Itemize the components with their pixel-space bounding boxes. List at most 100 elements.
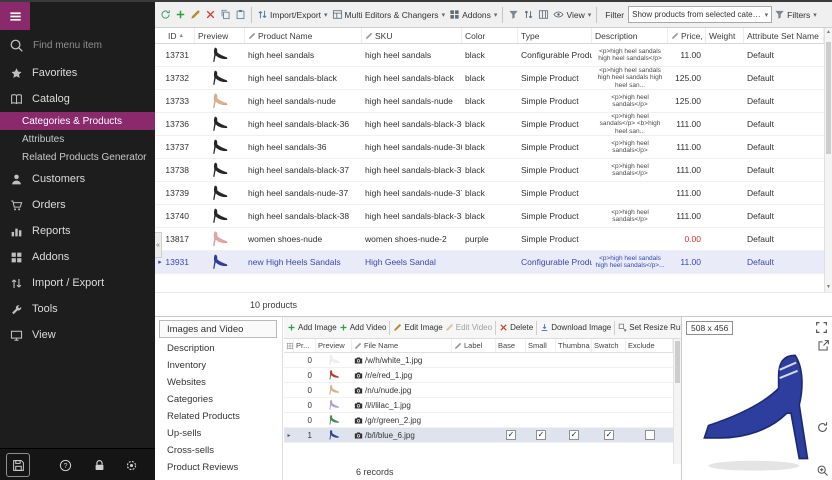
rotate-button[interactable] — [816, 421, 829, 434]
product-row[interactable]: ▸13931new High Heels SandalsHigh Geels S… — [155, 251, 832, 274]
import-export-menu[interactable]: Import/Export▾ — [255, 8, 330, 21]
refresh-button[interactable] — [158, 8, 173, 21]
thumbnail-checkbox[interactable]: ✓ — [569, 430, 579, 440]
scroll-up-arrow[interactable]: ▲ — [825, 28, 832, 37]
column-header-sku[interactable]: SKU — [362, 28, 462, 43]
sidebar-item-customers[interactable]: Customers — [0, 166, 155, 192]
zoom-button[interactable] — [816, 464, 829, 477]
column-header-swatch[interactable]: Swatch — [592, 339, 626, 352]
tab-inventory[interactable]: Inventory — [155, 357, 282, 374]
column-header-id[interactable]: ID▲ — [165, 28, 195, 43]
small-checkbox[interactable]: ✓ — [536, 430, 546, 440]
tab-up-sells[interactable]: Up-sells — [155, 425, 282, 442]
sidebar-item-attributes[interactable]: Attributes — [0, 130, 155, 148]
column-header-description[interactable]: Description — [592, 28, 668, 43]
column-header-preview[interactable]: Preview — [316, 339, 352, 352]
sidebar-item-catalog[interactable]: Catalog — [0, 86, 155, 112]
paste-button[interactable] — [233, 8, 248, 21]
column-header-label[interactable]: Label — [452, 339, 496, 352]
product-row[interactable]: 13731high heel sandalshigh heel sandalsb… — [155, 44, 832, 67]
sidebar-item-categories-products[interactable]: Categories & Products — [0, 112, 155, 130]
add-product-button[interactable] — [173, 8, 188, 21]
multi-editors-menu[interactable]: Multi Editors & Changers▾ — [330, 8, 448, 21]
tab-cross-sells[interactable]: Cross-sells — [155, 442, 282, 459]
sidebar-item-favorites[interactable]: Favorites — [0, 60, 155, 86]
image-row[interactable]: ▸1/b/l/blue_6.jpg✓✓✓✓ — [284, 428, 681, 443]
column-header-color[interactable]: Color — [462, 28, 518, 43]
product-row[interactable]: 13740high heel sandals-black-38high heel… — [155, 205, 832, 228]
download-image-button[interactable]: Download Image — [539, 323, 612, 332]
swatch-checkbox[interactable]: ✓ — [604, 430, 614, 440]
addons-icon — [10, 251, 23, 264]
tab-websites[interactable]: Websites — [155, 374, 282, 391]
sidebar-item-addons[interactable]: Addons — [0, 244, 155, 270]
delete-image-button[interactable]: Delete — [498, 323, 534, 332]
product-row[interactable]: 13738high heel sandals-black-37high heel… — [155, 159, 832, 182]
sort-button[interactable] — [521, 8, 536, 21]
column-header-file-name[interactable]: File Name — [352, 339, 452, 352]
save-button[interactable] — [6, 453, 30, 477]
base-checkbox[interactable]: ✓ — [506, 430, 516, 440]
vertical-scrollbar[interactable]: ▲ ▼ — [824, 28, 832, 292]
open-external-button[interactable] — [817, 339, 830, 352]
column-header-price[interactable]: Price, — [668, 28, 706, 43]
column-header-preview[interactable]: Preview — [195, 28, 245, 43]
product-row[interactable]: 13736high heel sandals-black-36high heel… — [155, 113, 832, 136]
column-header-base[interactable]: Base — [496, 339, 526, 352]
collapse-sidebar-button[interactable]: « — [155, 232, 162, 258]
column-header-product-name[interactable]: Product Name — [245, 28, 362, 43]
category-filter-select[interactable]: Show products from selected categories▾ — [628, 6, 772, 23]
sidebar-item-import-export[interactable]: Import / Export — [0, 270, 155, 296]
help-button[interactable]: ? — [58, 458, 72, 472]
product-row[interactable]: 13733high heel sandals-nudehigh heel san… — [155, 90, 832, 113]
column-header-attribute-set-name[interactable]: Attribute Set Name — [744, 28, 824, 43]
settings-button[interactable] — [124, 458, 138, 472]
images-scrollbar-thumb[interactable] — [675, 341, 680, 383]
filters-button[interactable]: Filters▾ — [772, 8, 819, 21]
tab-categories[interactable]: Categories — [155, 391, 282, 408]
copy-button[interactable] — [218, 8, 233, 21]
column-header-type[interactable]: Type — [518, 28, 592, 43]
product-row[interactable]: 13737high heel sandals-36high heel sanda… — [155, 136, 832, 159]
edit-image-button[interactable]: Edit Image — [392, 323, 443, 332]
column-header-small[interactable]: Small — [526, 339, 556, 352]
tab-images-and-video[interactable]: Images and Video — [159, 320, 277, 338]
image-row[interactable]: 0/l/i/lilac_1.jpg — [284, 398, 681, 413]
scrollbar-thumb[interactable] — [826, 42, 831, 154]
image-row[interactable]: 0/r/e/red_1.jpg — [284, 368, 681, 383]
set-resize-rule-button[interactable]: Set Resize Rule▾ — [617, 323, 681, 332]
add-image-button[interactable]: Add Image — [286, 323, 338, 332]
column-header-exclude[interactable]: Exclude — [626, 339, 673, 352]
product-row[interactable]: 13732high heel sandals-blackhigh heel sa… — [155, 67, 832, 90]
menu-toggle-button[interactable] — [0, 2, 30, 30]
images-scrollbar[interactable] — [673, 339, 681, 464]
view-menu[interactable]: View▾ — [551, 8, 593, 21]
tab-product-reviews[interactable]: Product Reviews — [155, 459, 282, 476]
image-row[interactable]: 0/n/u/nude.jpg — [284, 383, 681, 398]
fullscreen-button[interactable] — [815, 321, 828, 334]
sidebar-item-view[interactable]: View — [0, 322, 155, 348]
add-video-button[interactable]: Add Video — [338, 323, 388, 332]
column-header-pr[interactable]: Pr... — [294, 339, 316, 352]
sidebar-item-reports[interactable]: Reports — [0, 218, 155, 244]
product-row[interactable]: 13817women shoes-nudewomen shoes-nude-2p… — [155, 228, 832, 251]
column-header-thumbna[interactable]: Thumbna — [556, 339, 592, 352]
tab-related-products[interactable]: Related Products — [155, 408, 282, 425]
product-row[interactable]: 13739high heel sandals-nude-37high heel … — [155, 182, 832, 205]
sidebar-item-orders[interactable]: Orders — [0, 192, 155, 218]
sidebar-item-tools[interactable]: Tools — [0, 296, 155, 322]
image-row[interactable]: 0/w/h/white_1.jpg — [284, 353, 681, 368]
exclude-checkbox[interactable] — [645, 430, 655, 440]
edit-product-button[interactable] — [188, 8, 203, 21]
column-header-weight[interactable]: Weight — [706, 28, 744, 43]
lock-button[interactable] — [92, 458, 106, 472]
columns-button[interactable] — [536, 8, 551, 21]
delete-product-button[interactable] — [203, 8, 218, 21]
image-row[interactable]: 0/g/r/green_2.jpg — [284, 413, 681, 428]
tab-description[interactable]: Description — [155, 340, 282, 357]
sidebar-search[interactable]: Find menu item — [0, 30, 155, 60]
addons-menu[interactable]: Addons▾ — [447, 8, 499, 21]
scroll-down-arrow[interactable]: ▼ — [825, 283, 832, 292]
sidebar-item-related-products-generator[interactable]: Related Products Generator — [0, 148, 155, 166]
advanced-filter-button[interactable] — [506, 8, 521, 21]
